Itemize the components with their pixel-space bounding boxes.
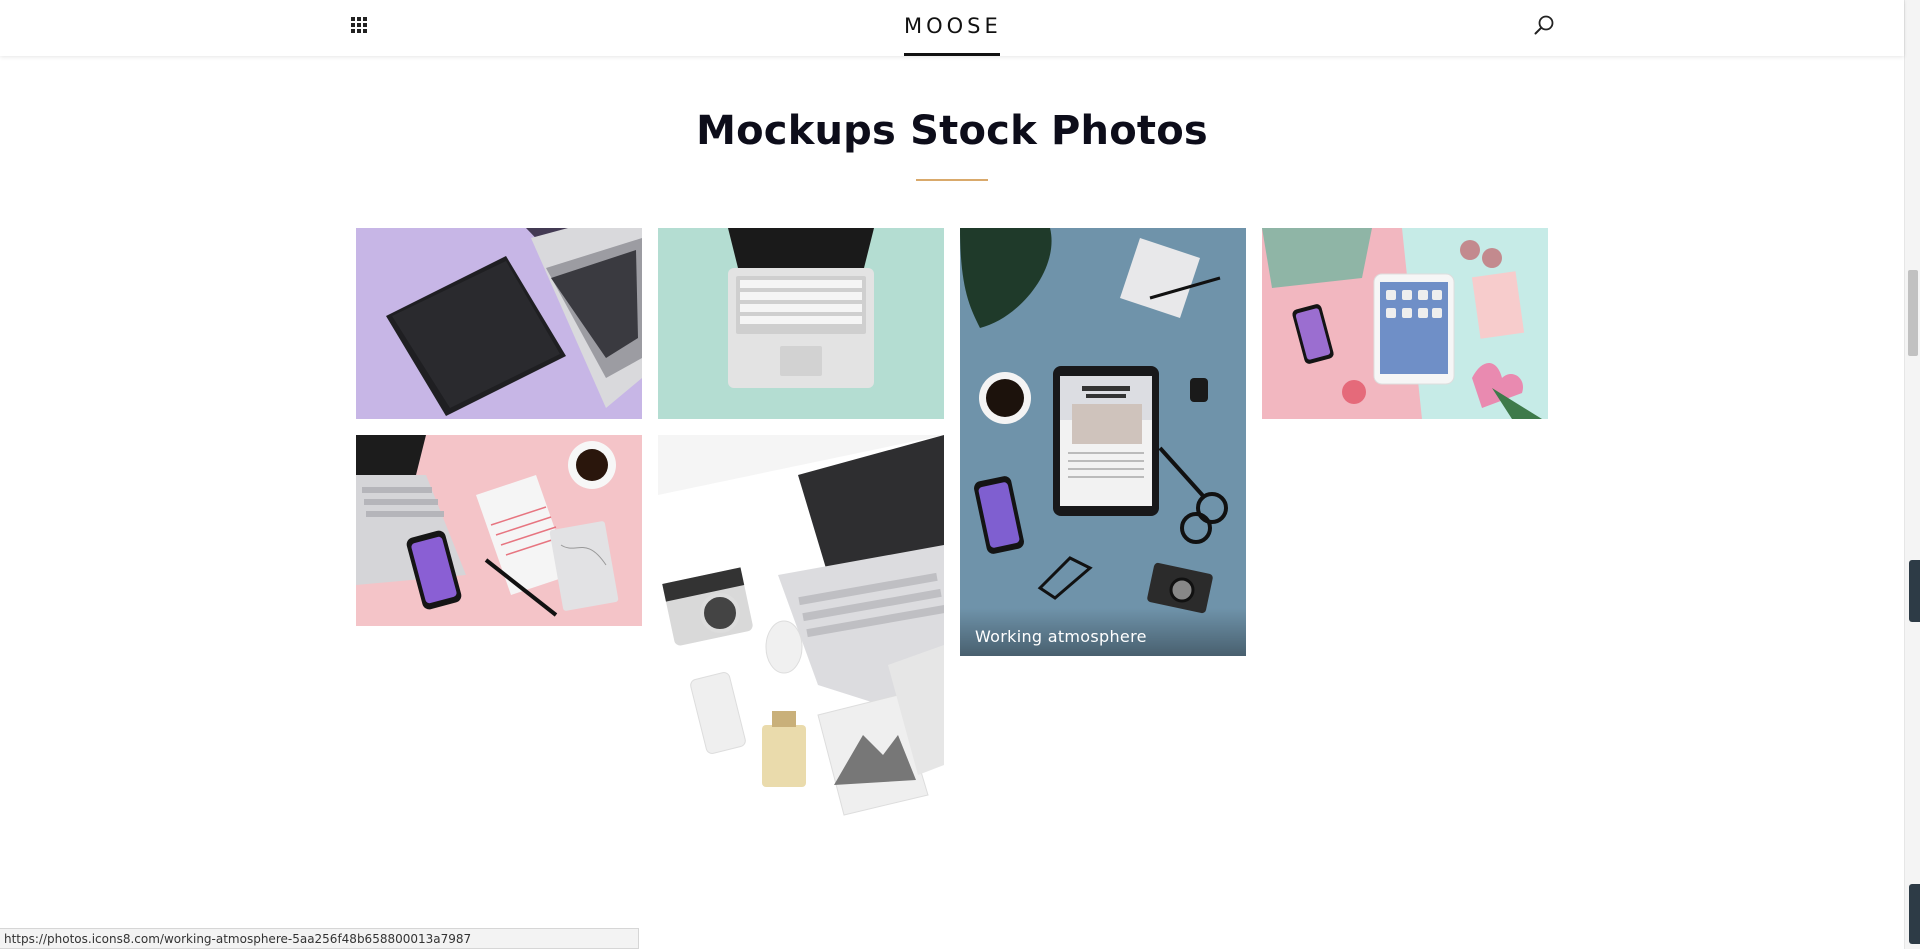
grid-menu-icon[interactable] [349,15,369,35]
title-divider [916,179,988,181]
logo-active-underline [904,53,1000,56]
photo-caption: Working atmosphere [975,627,1147,646]
side-widget-tab[interactable] [1909,560,1920,622]
page-title: Mockups Stock Photos [696,108,1208,154]
status-bar-url: https://photos.icons8.com/working-atmosp… [0,928,639,949]
photo-tile-4[interactable] [1262,228,1548,419]
top-navigation-bar: MOOSE [0,0,1904,56]
photo-tile-5[interactable] [356,435,642,626]
photo-image-5 [356,435,642,626]
photo-tile-1[interactable] [356,228,642,419]
site-logo[interactable]: MOOSE [904,14,1000,38]
photo-image-2 [658,228,944,419]
photo-tile-3[interactable]: Working atmosphere [960,228,1246,656]
photo-image-1 [356,228,642,419]
photo-tile-2[interactable] [658,228,944,419]
scrollbar-thumb[interactable] [1908,270,1918,356]
side-widget-tab-bottom[interactable] [1909,884,1920,944]
photo-tile-6[interactable] [658,435,944,863]
vertical-scrollbar[interactable] [1904,0,1920,949]
photo-image-6 [658,435,944,863]
photo-image-3 [960,228,1246,656]
photo-image-4 [1262,228,1548,419]
search-icon[interactable] [1533,14,1555,36]
